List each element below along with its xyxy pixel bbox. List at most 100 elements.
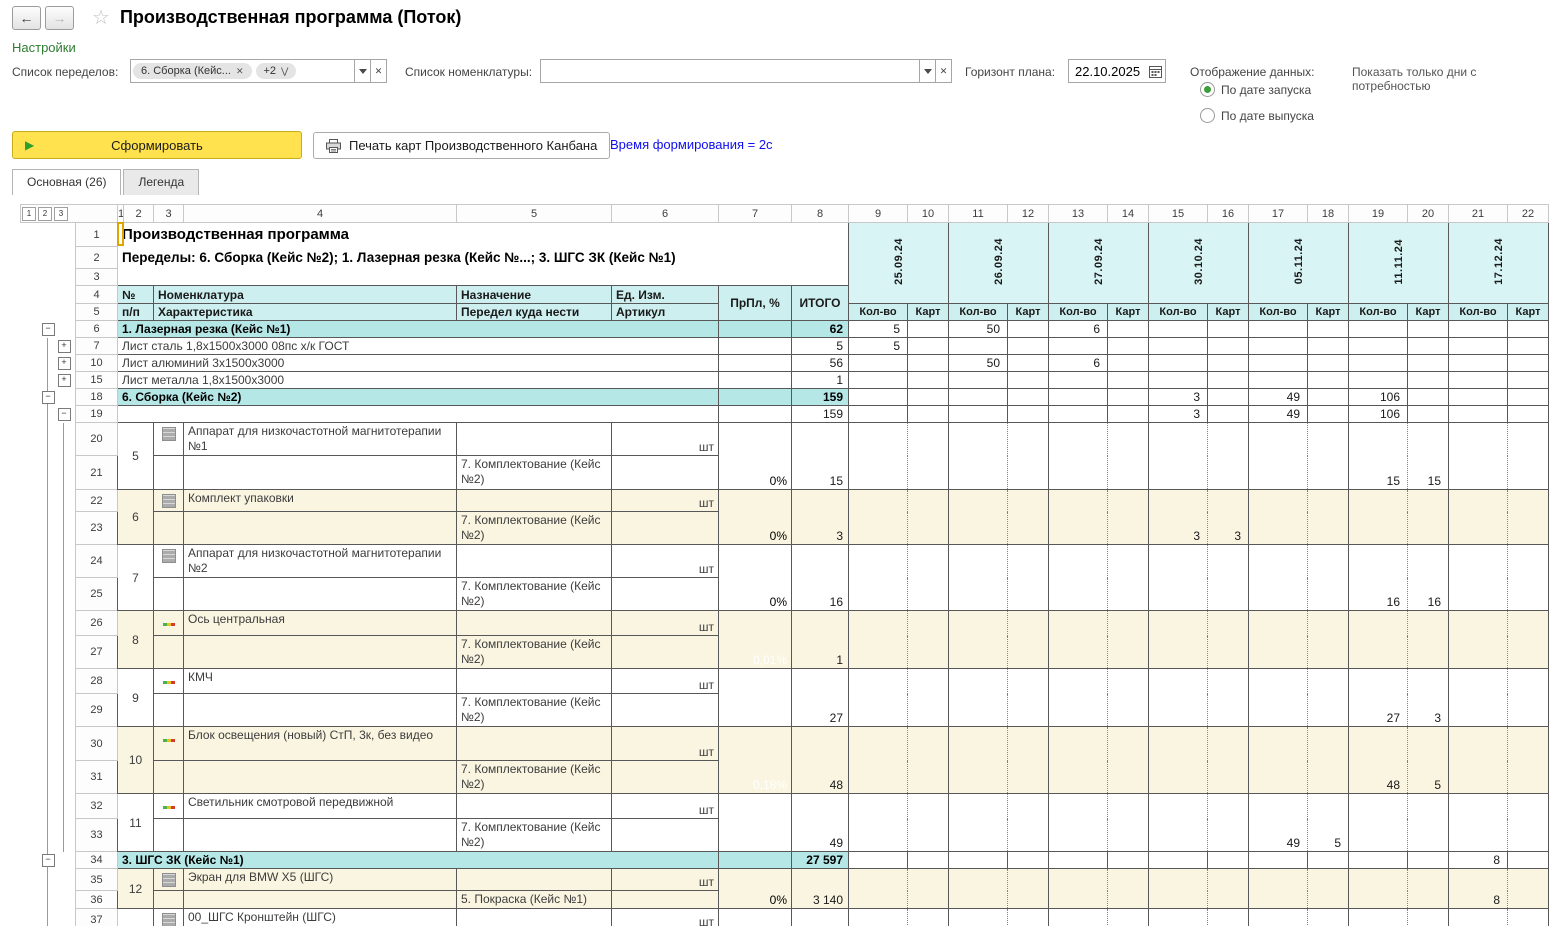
material-title: Лист металла 1,8х1500х3000 [117,371,719,389]
row-number[interactable]: 34 [75,851,118,869]
item-total: 15 [791,422,849,490]
row-number[interactable]: 3 [75,268,118,286]
column-number[interactable]: 10 [907,204,949,223]
nomenclature-field[interactable] [540,59,920,83]
column-number[interactable]: 2 [123,204,154,223]
row-number[interactable]: 4 [75,285,118,304]
row-number[interactable]: 33 [75,818,118,852]
nomenclature-dropdown-button[interactable] [919,59,936,83]
row-number[interactable]: 18 [75,388,118,406]
box-icon [161,913,176,926]
column-number[interactable]: 20 [1407,204,1449,223]
column-number[interactable]: 5 [456,204,612,223]
horizon-date-input[interactable]: 22.10.2025 [1068,59,1166,83]
column-number[interactable]: 18 [1307,204,1349,223]
expand-icon[interactable]: + [57,357,71,370]
day-cell: 49 [1248,793,1308,852]
column-number[interactable]: 15 [1148,204,1208,223]
column-number[interactable]: 12 [1007,204,1049,223]
column-number[interactable]: 4 [183,204,457,223]
row-number[interactable]: 20 [75,422,118,456]
group-level-3-button[interactable]: 3 [54,206,68,221]
peredely-more-tag[interactable]: +2 ⋁ [255,63,297,79]
day-cell [1107,793,1149,852]
day-cell [1448,405,1508,423]
day-cell: 15 [1407,422,1449,490]
row-number[interactable]: 6 [75,320,118,338]
column-number[interactable]: 22 [1507,204,1549,223]
expand-icon[interactable]: + [57,340,71,353]
tab-main[interactable]: Основная (26) [12,169,122,195]
column-number[interactable]: 3 [153,204,184,223]
row-number[interactable]: 24 [75,544,118,578]
day-cell [1307,337,1349,355]
row-number[interactable]: 10 [75,354,118,372]
expand-icon[interactable]: + [57,374,71,387]
item-name: Светильник смотровой передвижной [183,793,457,819]
row-number[interactable]: 2 [75,246,118,269]
row-number[interactable]: 29 [75,693,118,727]
column-number[interactable]: 11 [948,204,1008,223]
radio-by-launch-date[interactable]: По дате запуска [1200,82,1311,97]
row-number[interactable]: 25 [75,577,118,611]
nomenclature-clear-button[interactable]: ✕ [935,59,952,83]
column-number[interactable]: 19 [1348,204,1408,223]
collapse-icon[interactable]: − [41,323,55,336]
item-unit: шт [611,908,719,926]
subtotal-row: − 19 159 3 49 106 [20,405,1549,423]
favorite-star-icon[interactable]: ☆ [92,5,110,30]
cards-col-header: Карт [1207,303,1249,321]
row-number[interactable]: 23 [75,511,118,545]
column-number[interactable]: 21 [1448,204,1508,223]
row-number[interactable]: 31 [75,760,118,794]
remove-tag-icon[interactable]: ✕ [236,66,244,77]
row-number[interactable]: 5 [75,303,118,321]
group-level-1-button[interactable]: 1 [22,206,36,221]
row-number[interactable]: 22 [75,489,118,512]
peredely-tag[interactable]: 6. Сборка (Кейс... ✕ [133,63,252,79]
calendar-icon[interactable] [1149,65,1162,78]
row-number[interactable]: 7 [75,337,118,355]
item-row-a: 26 8 Ось центральная шт 0,01% 1 [20,610,1549,669]
row-number[interactable]: 32 [75,793,118,819]
group-level-2-button[interactable]: 2 [38,206,52,221]
peredely-clear-button[interactable]: ✕ [370,59,387,83]
day-cell [1507,422,1549,490]
collapse-icon[interactable]: − [41,854,55,867]
tab-legend[interactable]: Легенда [123,169,200,195]
row-number[interactable]: 27 [75,635,118,669]
row-number[interactable]: 37 [75,908,118,926]
collapse-icon[interactable]: − [41,391,55,404]
day-cell [1248,610,1308,669]
column-number[interactable]: 16 [1207,204,1249,223]
settings-link[interactable]: Настройки [12,40,76,55]
row-number[interactable]: 19 [75,405,118,423]
peredely-dropdown-button[interactable] [354,59,371,83]
peredely-field[interactable]: 6. Сборка (Кейс... ✕ +2 ⋁ [130,59,355,83]
column-number[interactable]: 8 [791,204,849,223]
row-number[interactable]: 26 [75,610,118,636]
day-cell [907,354,949,372]
collapse-icon[interactable]: − [57,408,71,421]
row-number[interactable]: 36 [75,890,118,909]
column-number[interactable]: 6 [611,204,719,223]
row-number[interactable]: 35 [75,868,118,891]
print-kanban-button[interactable]: Печать карт Производственного Канбана [313,132,611,159]
row-number[interactable]: 15 [75,371,118,389]
forward-button[interactable]: → [45,5,74,30]
radio-by-release-date[interactable]: По дате выпуска [1200,108,1314,123]
row-number[interactable]: 21 [75,455,118,490]
back-button[interactable]: ← [12,5,41,30]
day-cell [948,793,1008,852]
day-cell [1348,489,1408,545]
column-number[interactable]: 13 [1048,204,1108,223]
column-number[interactable]: 9 [848,204,908,223]
column-number[interactable]: 17 [1248,204,1308,223]
day-cell [1107,422,1149,490]
row-number[interactable]: 28 [75,668,118,694]
column-number[interactable]: 7 [718,204,792,223]
generate-button[interactable]: ▶ Сформировать [12,131,302,159]
column-number[interactable]: 14 [1107,204,1149,223]
row-number[interactable]: 30 [75,726,118,761]
row-number[interactable]: 1 [75,222,118,247]
